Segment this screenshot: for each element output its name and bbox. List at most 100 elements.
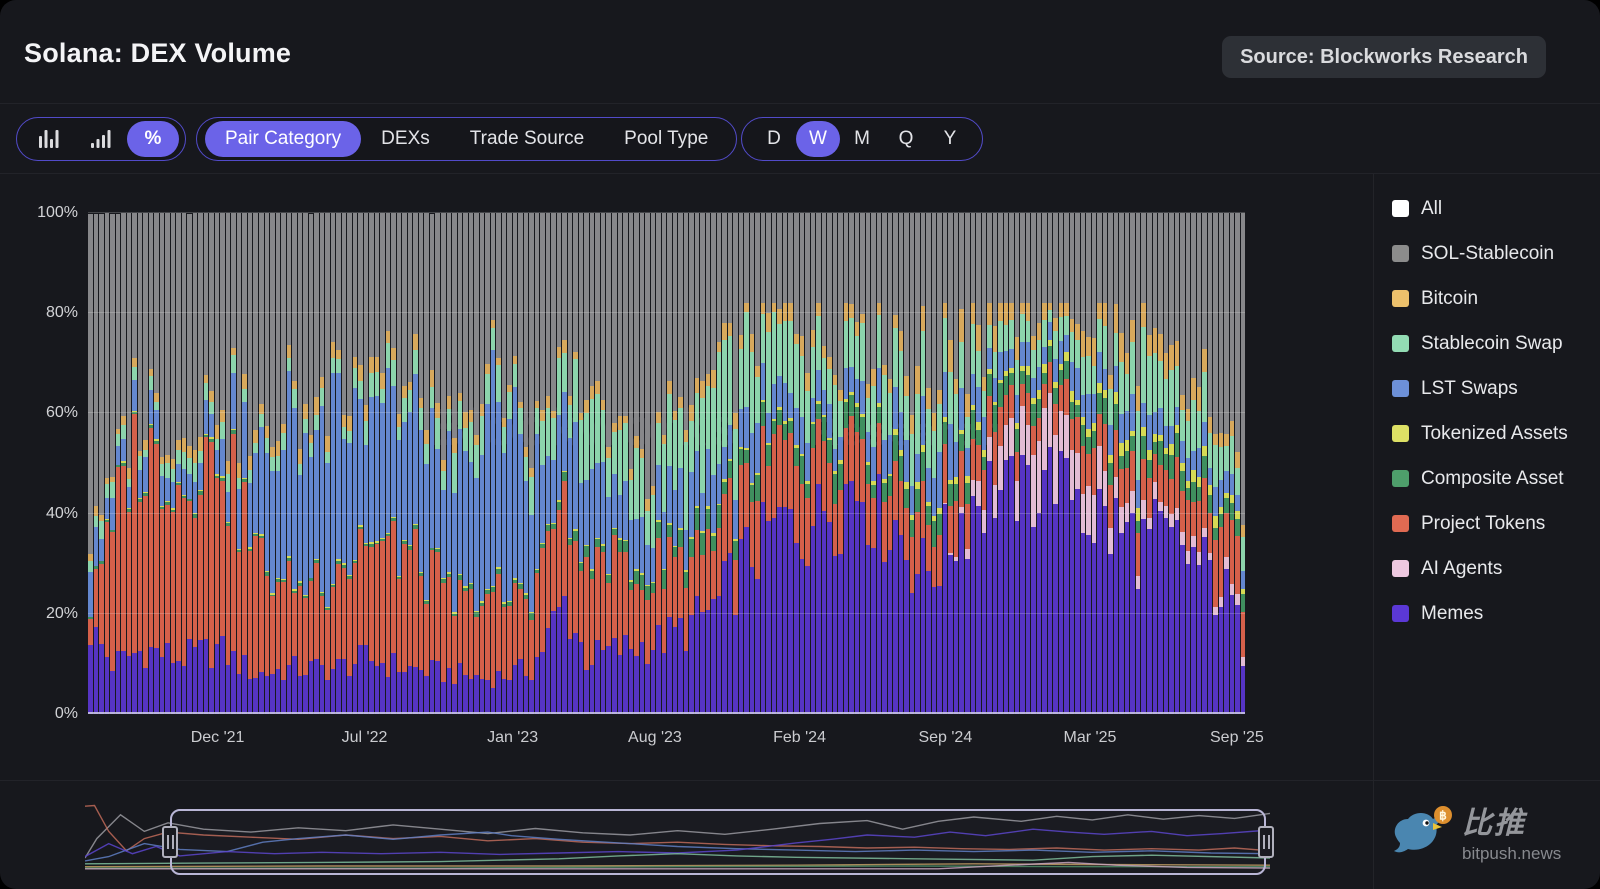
week-bar [844,213,849,714]
toolbar: % Pair CategoryDEXsTrade SourcePool Type… [0,104,1600,174]
week-bar [673,213,678,714]
legend-swatch [1392,200,1409,217]
week-bar [325,213,330,714]
legend-label: AI Agents [1421,558,1502,580]
week-bar [1053,213,1058,714]
percent-button[interactable]: % [127,121,179,157]
navigator-strip [0,780,1600,889]
grouped-bar-chart-button[interactable] [23,121,75,157]
legend-item-sol-stablecoin[interactable]: SOL-Stablecoin [1392,231,1600,276]
legend-label: Project Tokens [1421,513,1545,535]
x-axis-label: Feb '24 [773,729,826,747]
week-bar [413,213,418,714]
week-bar [1158,213,1163,714]
week-bar [1031,213,1036,714]
legend-item-bitcoin[interactable]: Bitcoin [1392,276,1600,321]
week-bar [667,213,672,714]
week-bar [336,213,341,714]
week-bar [783,213,788,714]
week-bar [805,213,810,714]
legend-item-stablecoin-swap[interactable]: Stablecoin Swap [1392,321,1600,366]
range-button-m[interactable]: M [840,121,884,157]
week-bar [270,213,275,714]
x-axis-label: Jan '23 [487,729,538,747]
week-bar [1130,213,1135,714]
legend-item-all[interactable]: All [1392,186,1600,231]
range-button-q[interactable]: Q [884,121,928,157]
page-title: Solana: DEX Volume [24,38,291,69]
tab-dexs[interactable]: DEXs [361,121,450,157]
tab-pair-category[interactable]: Pair Category [205,121,361,157]
week-bar [993,213,998,714]
week-bar [739,213,744,714]
week-bar [932,213,937,714]
week-bar [871,213,876,714]
week-bar [601,213,606,714]
week-bar [1180,213,1185,714]
navigator-left-handle[interactable] [162,826,178,858]
week-bar [430,213,435,714]
week-bar [717,213,722,714]
week-bar [915,213,920,714]
legend-swatch [1392,380,1409,397]
week-bar [1213,213,1218,714]
range-navigator[interactable] [85,791,1270,879]
week-bar [116,213,121,714]
week-bar [1136,213,1141,714]
week-bar [127,213,132,714]
legend-item-tokenized-assets[interactable]: Tokenized Assets [1392,411,1600,456]
week-bar [160,213,165,714]
week-bar [926,213,931,714]
legend-item-composite-asset[interactable]: Composite Asset [1392,456,1600,501]
week-bar [700,213,705,714]
chart-region: BlockworksResearch 0%20%40%60%80%100% De… [0,174,1600,780]
x-axis: Dec '21Jul '22Jan '23Aug '23Feb '24Sep '… [88,729,1245,755]
week-bar [971,213,976,714]
legend-item-lst-swaps[interactable]: LST Swaps [1392,366,1600,411]
ascending-bar-chart-button[interactable] [75,121,127,157]
week-bar [794,213,799,714]
week-bar [204,213,209,714]
week-bar [397,213,402,714]
chart-card: Solana: DEX Volume Source: Blockworks Re… [0,0,1600,889]
week-bar [1009,213,1014,714]
week-bar [292,213,297,714]
week-bar [320,213,325,714]
tab-trade-source[interactable]: Trade Source [450,121,604,157]
navigator-selection-window[interactable] [170,809,1266,875]
week-bar [623,213,628,714]
week-bar [458,213,463,714]
week-bar [391,213,396,714]
week-bar [424,213,429,714]
grouped-bar-chart-icon [37,128,61,150]
navigator-right-handle[interactable] [1258,826,1274,858]
week-bar [1153,213,1158,714]
week-bar [651,213,656,714]
range-button-y[interactable]: Y [928,121,972,157]
legend-swatch [1392,290,1409,307]
week-bar [502,213,507,714]
week-bar [1070,213,1075,714]
legend-swatch [1392,470,1409,487]
legend-item-ai-agents[interactable]: AI Agents [1392,546,1600,591]
ascending-bar-chart-icon [89,128,113,150]
week-bar [237,213,242,714]
range-button-d[interactable]: D [752,121,796,157]
week-bar [816,213,821,714]
week-bar [1169,213,1174,714]
week-bar [171,213,176,714]
week-bar [855,213,860,714]
range-button-w[interactable]: W [796,121,840,157]
x-axis-label: Sep '24 [918,729,972,747]
week-bar [402,213,407,714]
legend-item-project-tokens[interactable]: Project Tokens [1392,501,1600,546]
tab-pool-type[interactable]: Pool Type [604,121,728,157]
bars-container [88,213,1245,714]
legend-item-memes[interactable]: Memes [1392,591,1600,636]
legend-label: Composite Asset [1421,468,1564,490]
week-bar [1020,213,1025,714]
week-bar [176,213,181,714]
week-bar [761,213,766,714]
week-bar [132,213,137,714]
week-bar [1230,213,1235,714]
